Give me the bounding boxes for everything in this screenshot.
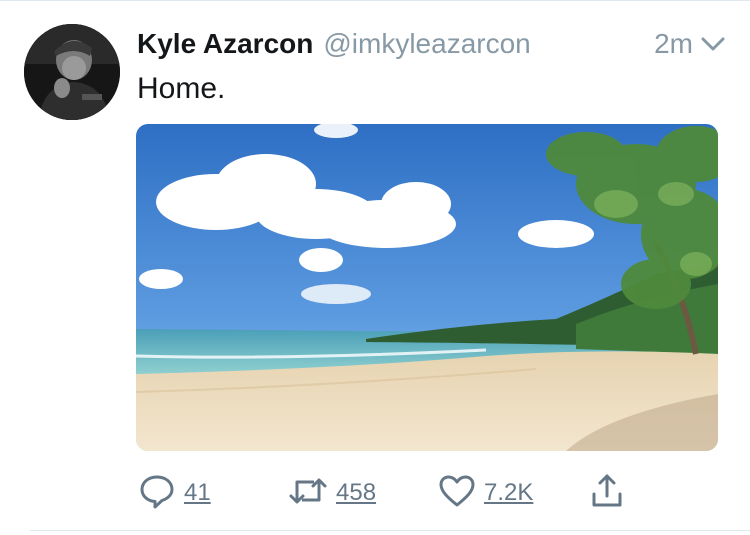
avatar[interactable]: [24, 24, 120, 120]
share-icon[interactable]: [590, 472, 624, 515]
author-name[interactable]: Kyle Azarcon: [137, 28, 313, 60]
like-action[interactable]: 7.2K: [438, 470, 533, 516]
heart-icon[interactable]: [438, 472, 476, 515]
tweet-photo[interactable]: [136, 124, 718, 451]
retweet-icon[interactable]: [288, 472, 328, 515]
retweet-count[interactable]: 458: [336, 479, 376, 507]
bottom-divider: [30, 530, 750, 531]
retweet-action[interactable]: 458: [288, 470, 376, 516]
reply-icon[interactable]: [138, 472, 176, 515]
tweet-text: Home.: [137, 72, 226, 105]
reply-action[interactable]: 41: [138, 470, 211, 516]
top-divider: [0, 0, 750, 1]
header-right: 2m: [654, 28, 727, 60]
author-handle[interactable]: @imkyleazarcon: [323, 28, 530, 60]
reply-count[interactable]: 41: [184, 479, 211, 507]
tweet-header: Kyle Azarcon @imkyleazarcon 2m: [137, 24, 727, 64]
chevron-down-icon[interactable]: [699, 34, 727, 54]
tweet-actions: 41 458 7.2K: [138, 470, 738, 516]
timestamp[interactable]: 2m: [654, 28, 693, 60]
share-action[interactable]: [590, 470, 624, 516]
like-count[interactable]: 7.2K: [484, 479, 533, 507]
